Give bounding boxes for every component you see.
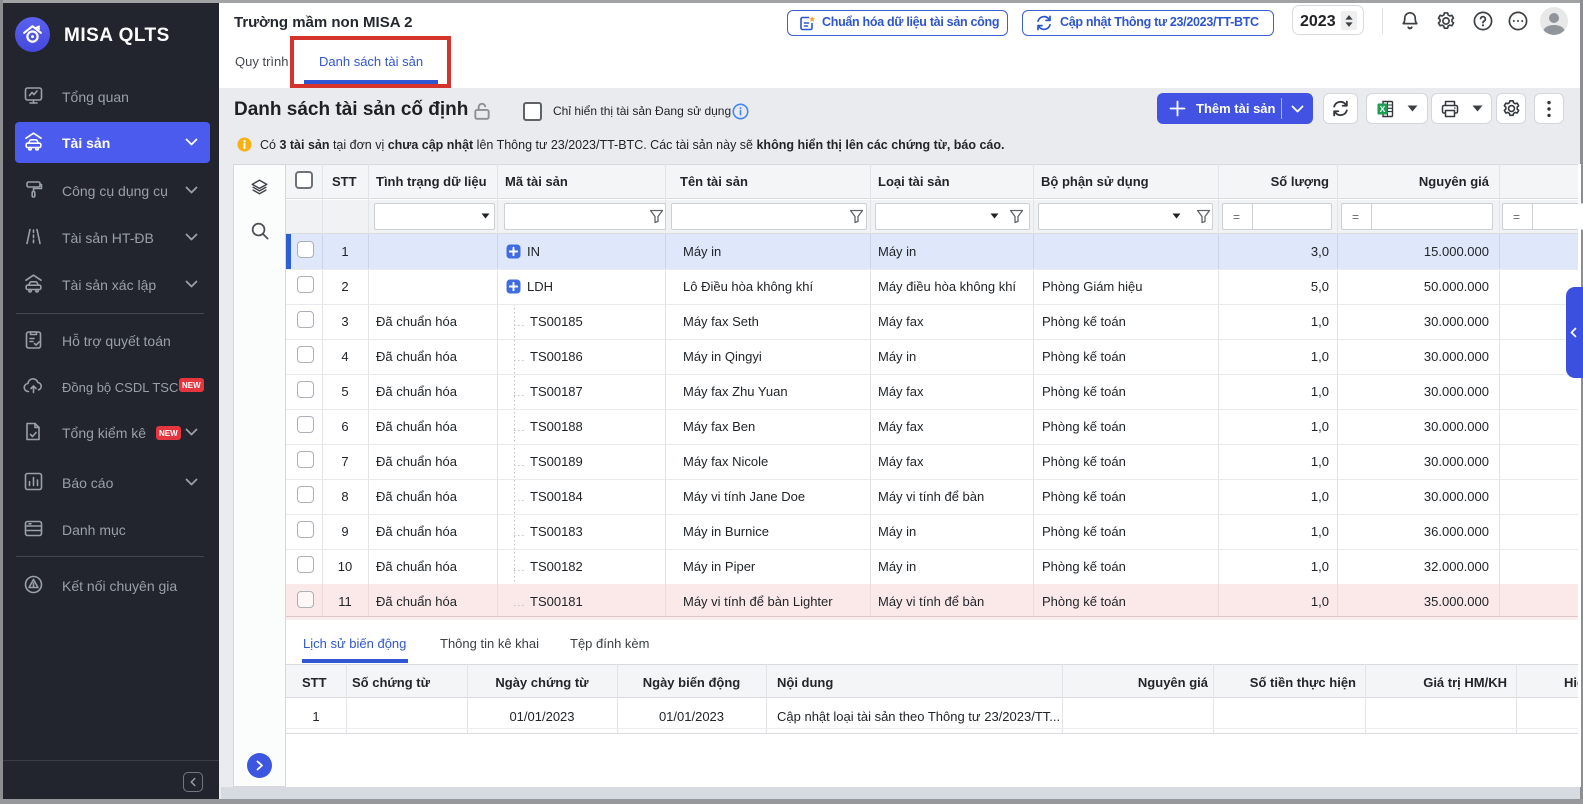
svg-text:X: X [1380,104,1386,114]
